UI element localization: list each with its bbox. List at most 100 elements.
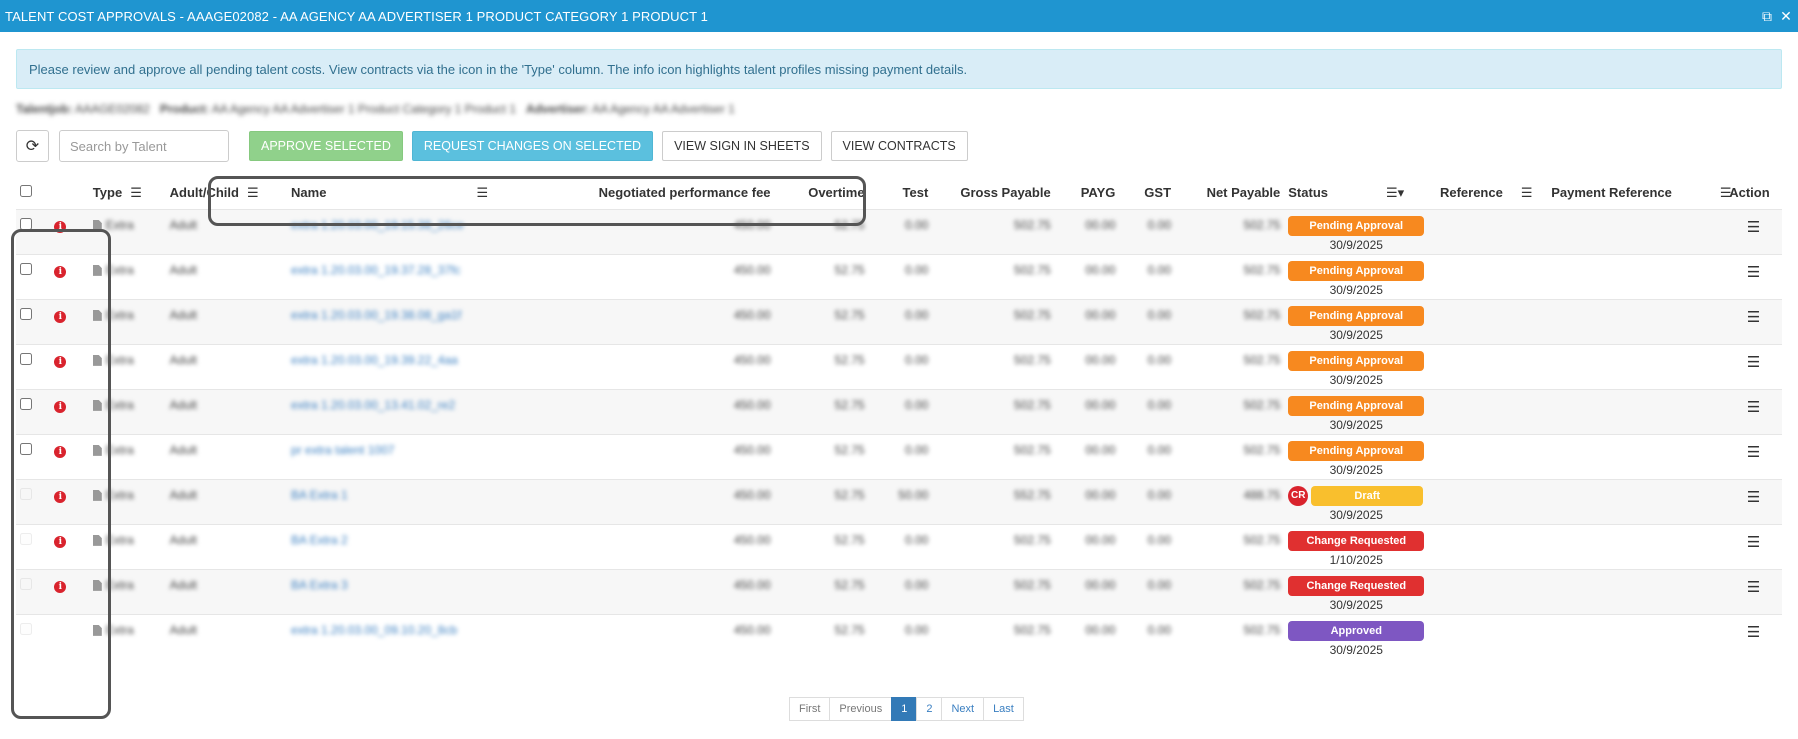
row-checkbox[interactable] (20, 307, 32, 320)
col-adult-child[interactable]: Adult/Child ☰ (166, 177, 287, 209)
info-icon[interactable]: i (54, 535, 67, 548)
contract-document-icon[interactable] (92, 354, 102, 366)
page-next[interactable]: Next (941, 697, 985, 721)
refresh-button[interactable]: ⟳ (16, 130, 49, 162)
row-action-menu-icon[interactable]: ☰ (1747, 308, 1760, 326)
overtime-value: 52.75 (834, 532, 865, 547)
info-icon[interactable]: i (54, 445, 67, 458)
filter-menu-icon[interactable]: ☰▾ (1386, 185, 1404, 201)
type-value: Extra (105, 487, 134, 502)
row-action-menu-icon[interactable]: ☰ (1747, 443, 1760, 461)
type-value: Extra (105, 442, 134, 457)
adult-child-value: Adult (169, 307, 198, 322)
row-select-cell (16, 613, 51, 659)
net-value: 502.75 (1243, 442, 1281, 457)
col-overtime[interactable]: Overtime (775, 177, 869, 209)
row-action-menu-icon[interactable]: ☰ (1747, 488, 1760, 506)
info-icon[interactable]: i (54, 490, 67, 503)
col-payg[interactable]: PAYG (1055, 177, 1120, 209)
row-checkbox[interactable] (20, 397, 32, 410)
row-checkbox[interactable] (20, 622, 32, 635)
contract-document-icon[interactable] (92, 399, 102, 411)
row-checkbox[interactable] (20, 487, 32, 500)
col-name[interactable]: Name ☰ (287, 177, 574, 209)
col-gross[interactable]: Gross Payable (932, 177, 1054, 209)
col-status[interactable]: Status ☰▾ (1284, 177, 1436, 209)
row-action-menu-icon[interactable]: ☰ (1747, 218, 1760, 236)
row-checkbox[interactable] (20, 532, 32, 545)
adult-child-value: Adult (169, 262, 198, 277)
page-previous[interactable]: Previous (829, 697, 893, 721)
talent-name-link[interactable]: BA Extra 2 (291, 533, 348, 547)
column-menu-icon[interactable]: ☰ (476, 185, 488, 201)
test-cell: 0.00 (868, 388, 933, 434)
payg-value: 00.00 (1085, 577, 1116, 592)
talent-name-link[interactable]: BA Extra 3 (291, 578, 348, 592)
contract-document-icon[interactable] (92, 534, 102, 546)
page-first[interactable]: First (789, 697, 831, 721)
payg-value: 00.00 (1085, 307, 1116, 322)
approve-selected-button[interactable]: APPROVE SELECTED (249, 131, 403, 161)
action-cell: ☰ (1725, 208, 1782, 254)
request-changes-button[interactable]: REQUEST CHANGES ON SELECTED (411, 131, 654, 161)
contract-document-icon[interactable] (92, 264, 102, 276)
row-action-menu-icon[interactable]: ☰ (1747, 263, 1760, 281)
info-icon[interactable]: i (54, 310, 67, 323)
search-input[interactable] (59, 130, 229, 162)
talent-name-link[interactable]: extra 1.20.03.00_19.38.08_ga1f (291, 308, 461, 322)
cr-badge: CR (1288, 485, 1309, 506)
adult-child-value: Adult (169, 532, 198, 547)
row-checkbox[interactable] (20, 352, 32, 365)
column-menu-icon[interactable]: ☰ (1521, 185, 1533, 201)
talent-name-link[interactable]: extra 1.20.03.00_19.39.22_4aa (291, 353, 458, 367)
close-icon[interactable]: ✕ (1780, 9, 1792, 23)
contract-document-icon[interactable] (92, 444, 102, 456)
talent-name-link[interactable]: BA Extra 1 (291, 488, 348, 502)
talent-name-link[interactable]: extra 1.20.03.00_13.41.02_re2 (291, 398, 455, 412)
type-cell: Extra (88, 343, 166, 389)
view-contracts-button[interactable]: VIEW CONTRACTS (830, 131, 968, 161)
status-badge: Change Requested (1288, 575, 1425, 596)
page-last[interactable]: Last (983, 697, 1024, 721)
restore-icon[interactable]: ⧉ (1762, 9, 1772, 23)
info-icon[interactable]: i (54, 220, 67, 233)
col-reference[interactable]: Reference ☰ (1436, 177, 1547, 209)
row-checkbox[interactable] (20, 442, 32, 455)
row-action-menu-icon[interactable]: ☰ (1747, 353, 1760, 371)
fee-cell: 450.00 (574, 298, 775, 344)
info-icon[interactable]: i (54, 400, 67, 413)
gross-value: 502.75 (1013, 577, 1051, 592)
row-checkbox[interactable] (20, 262, 32, 275)
contract-document-icon[interactable] (92, 624, 102, 636)
col-type[interactable]: Type ☰ (89, 177, 166, 209)
row-checkbox[interactable] (20, 577, 32, 590)
info-icon[interactable]: i (54, 265, 67, 278)
row-action-menu-icon[interactable]: ☰ (1747, 398, 1760, 416)
talent-name-link[interactable]: extra 1.20.03.00_19.15.38_26ce (291, 218, 464, 232)
talent-name-link[interactable]: extra 1.20.03.00_19.37.28_37fc (291, 263, 460, 277)
talent-name-link[interactable]: extra 1.20.03.00_09.10.20_8cb (291, 623, 457, 637)
col-gst[interactable]: GST (1119, 177, 1175, 209)
info-icon[interactable]: i (54, 355, 67, 368)
row-action-menu-icon[interactable]: ☰ (1747, 533, 1760, 551)
contract-document-icon[interactable] (92, 309, 102, 321)
contract-document-icon[interactable] (92, 579, 102, 591)
col-net[interactable]: Net Payable (1175, 177, 1284, 209)
status-badge: Pending Approval (1288, 440, 1425, 461)
page-2[interactable]: 2 (916, 697, 943, 721)
select-all-checkbox[interactable] (20, 185, 32, 198)
column-menu-icon[interactable]: ☰ (130, 185, 142, 201)
page-1[interactable]: 1 (891, 697, 918, 721)
view-sign-in-sheets-button[interactable]: VIEW SIGN IN SHEETS (662, 131, 822, 161)
talent-name-link[interactable]: pr extra talent 1007 (291, 443, 394, 457)
contract-document-icon[interactable] (92, 489, 102, 501)
row-action-menu-icon[interactable]: ☰ (1747, 578, 1760, 596)
info-icon[interactable]: i (54, 580, 67, 593)
col-fee[interactable]: Negotiated performance fee (574, 177, 774, 209)
row-action-menu-icon[interactable]: ☰ (1747, 623, 1760, 641)
contract-document-icon[interactable] (92, 219, 102, 231)
col-payment-reference[interactable]: Payment Reference ☰ (1547, 177, 1731, 209)
column-menu-icon[interactable]: ☰ (247, 185, 259, 201)
col-test[interactable]: Test (869, 177, 933, 209)
row-checkbox[interactable] (20, 217, 32, 230)
